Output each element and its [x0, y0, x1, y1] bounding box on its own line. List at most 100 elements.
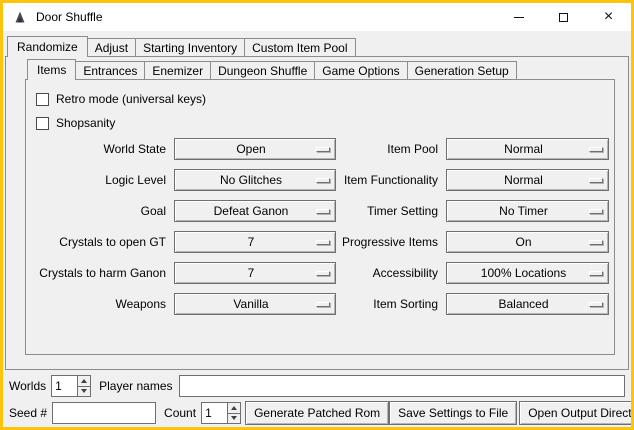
- generate-rom-button[interactable]: Generate Patched Rom: [245, 401, 389, 425]
- player-names-input[interactable]: [179, 375, 626, 397]
- count-input[interactable]: [201, 402, 227, 424]
- worlds-spin-up-button[interactable]: [78, 376, 90, 386]
- logic-level-dropdown[interactable]: No Glitches: [174, 169, 336, 191]
- accessibility-value: 100% Locations: [481, 266, 574, 280]
- weapons-label: Weapons: [36, 297, 174, 311]
- crystals-gt-label: Crystals to open GT: [36, 235, 174, 249]
- logic-level-value: No Glitches: [220, 173, 290, 187]
- tab-entrances[interactable]: Entrances: [75, 61, 145, 79]
- weapons-value: Vanilla: [233, 297, 276, 311]
- tab-items[interactable]: Items: [27, 59, 76, 80]
- setting-row: Goal Defeat Ganon Timer Setting No Timer: [36, 200, 614, 222]
- dropdown-indicator-icon: [589, 302, 603, 307]
- close-icon: ×: [604, 9, 613, 25]
- tab-adjust[interactable]: Adjust: [87, 38, 136, 56]
- item-pool-label: Item Pool: [336, 142, 446, 156]
- tab-randomize[interactable]: Randomize: [7, 36, 88, 57]
- retro-mode-checkbox[interactable]: [36, 93, 49, 106]
- dropdown-indicator-icon: [316, 240, 330, 245]
- worlds-spinbox: [51, 375, 91, 397]
- down-arrow-icon: [231, 416, 237, 420]
- seed-label: Seed #: [9, 406, 47, 420]
- goal-label: Goal: [36, 204, 174, 218]
- minimize-icon: [514, 17, 524, 18]
- setting-row: Weapons Vanilla Item Sorting Balanced: [36, 293, 614, 315]
- tab-enemizer[interactable]: Enemizer: [144, 61, 211, 79]
- maximize-icon: [559, 13, 568, 22]
- count-spin-down-button[interactable]: [228, 413, 240, 424]
- tab-starting-inventory[interactable]: Starting Inventory: [135, 38, 245, 56]
- title-bar: Door Shuffle ×: [3, 3, 631, 31]
- dropdown-indicator-icon: [589, 240, 603, 245]
- worlds-row: Worlds Player names: [9, 374, 625, 398]
- retro-mode-checkbox-row[interactable]: Retro mode (universal keys): [36, 88, 614, 110]
- shopsanity-checkbox-row[interactable]: Shopsanity: [36, 112, 614, 134]
- minimize-button[interactable]: [496, 3, 541, 31]
- window-controls: ×: [496, 3, 631, 31]
- progressive-items-label: Progressive Items: [336, 235, 446, 249]
- window-title: Door Shuffle: [36, 10, 103, 24]
- weapons-dropdown[interactable]: Vanilla: [174, 293, 336, 315]
- close-button[interactable]: ×: [586, 3, 631, 31]
- worlds-spin-down-button[interactable]: [78, 386, 90, 397]
- count-spin-buttons: [227, 402, 241, 424]
- dropdown-indicator-icon: [589, 147, 603, 152]
- dropdown-indicator-icon: [316, 302, 330, 307]
- crystals-gt-value: 7: [248, 235, 263, 249]
- player-names-label: Player names: [99, 379, 172, 393]
- count-spin-up-button[interactable]: [228, 403, 240, 413]
- crystals-ganon-dropdown[interactable]: 7: [174, 262, 336, 284]
- world-state-value: Open: [236, 142, 273, 156]
- accessibility-label: Accessibility: [336, 266, 446, 280]
- crystals-gt-dropdown[interactable]: 7: [174, 231, 336, 253]
- open-output-button[interactable]: Open Output Directory: [519, 401, 634, 425]
- maximize-button[interactable]: [541, 3, 586, 31]
- seed-input[interactable]: [52, 402, 156, 424]
- randomize-sub-tab-bar: Items Entrances Enemizer Dungeon Shuffle…: [27, 58, 516, 79]
- dropdown-indicator-icon: [316, 271, 330, 276]
- crystals-ganon-label: Crystals to harm Ganon: [36, 266, 174, 280]
- setting-row: World State Open Item Pool Normal: [36, 138, 614, 160]
- logic-level-label: Logic Level: [36, 173, 174, 187]
- goal-dropdown[interactable]: Defeat Ganon: [174, 200, 336, 222]
- dropdown-indicator-icon: [589, 271, 603, 276]
- save-settings-button[interactable]: Save Settings to File: [389, 401, 517, 425]
- setting-row: Logic Level No Glitches Item Functionali…: [36, 169, 614, 191]
- timer-setting-dropdown[interactable]: No Timer: [446, 200, 609, 222]
- item-functionality-value: Normal: [504, 173, 551, 187]
- tab-generation-setup[interactable]: Generation Setup: [407, 61, 517, 79]
- item-sorting-dropdown[interactable]: Balanced: [446, 293, 609, 315]
- tab-custom-item-pool[interactable]: Custom Item Pool: [244, 38, 355, 56]
- tab-dungeon-shuffle[interactable]: Dungeon Shuffle: [210, 61, 315, 79]
- app-icon: [12, 9, 28, 25]
- worlds-input[interactable]: [51, 375, 77, 397]
- dropdown-indicator-icon: [589, 178, 603, 183]
- world-state-dropdown[interactable]: Open: [174, 138, 336, 160]
- world-state-label: World State: [36, 142, 174, 156]
- dropdown-indicator-icon: [589, 209, 603, 214]
- setting-row: Crystals to harm Ganon 7 Accessibility 1…: [36, 262, 614, 284]
- progressive-items-value: On: [515, 235, 539, 249]
- item-pool-dropdown[interactable]: Normal: [446, 138, 609, 160]
- door-shuffle-window: Door Shuffle × Randomize Adjust Starting…: [0, 0, 634, 430]
- main-tab-bar: Randomize Adjust Starting Inventory Cust…: [7, 35, 355, 56]
- tab-game-options[interactable]: Game Options: [314, 61, 407, 79]
- item-sorting-label: Item Sorting: [336, 297, 446, 311]
- accessibility-dropdown[interactable]: 100% Locations: [446, 262, 609, 284]
- items-tab-pane: Retro mode (universal keys) Shopsanity W…: [25, 79, 615, 355]
- timer-setting-value: No Timer: [499, 204, 556, 218]
- shopsanity-checkbox[interactable]: [36, 117, 49, 130]
- dropdown-indicator-icon: [316, 147, 330, 152]
- dropdown-indicator-icon: [316, 209, 330, 214]
- item-functionality-label: Item Functionality: [336, 173, 446, 187]
- progressive-items-dropdown[interactable]: On: [446, 231, 609, 253]
- item-sorting-value: Balanced: [498, 297, 556, 311]
- crystals-ganon-value: 7: [248, 266, 263, 280]
- goal-value: Defeat Ganon: [214, 204, 297, 218]
- up-arrow-icon: [81, 379, 87, 383]
- timer-setting-label: Timer Setting: [336, 204, 446, 218]
- item-functionality-dropdown[interactable]: Normal: [446, 169, 609, 191]
- worlds-label: Worlds: [9, 379, 46, 393]
- seed-row: Seed # Count Generate Patched Rom Save S…: [9, 401, 625, 425]
- dropdown-indicator-icon: [316, 178, 330, 183]
